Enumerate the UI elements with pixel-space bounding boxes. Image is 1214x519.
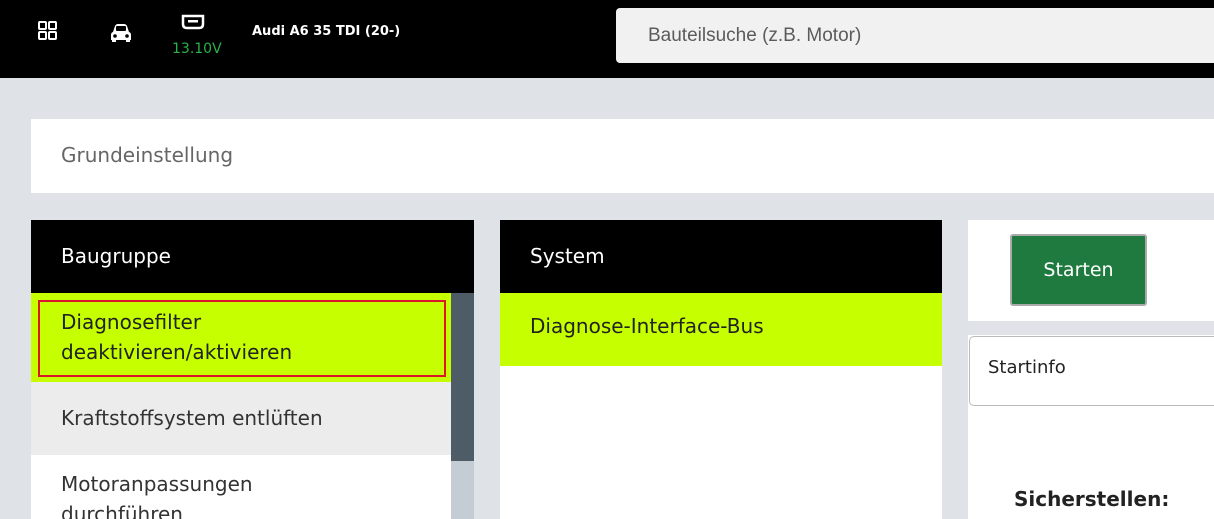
list-item-label: Diagnose-Interface-Bus	[530, 314, 764, 338]
system-header: System	[500, 220, 942, 293]
system-panel: System Diagnose-Interface-Bus	[500, 220, 942, 519]
scrollbar-thumb[interactable]	[451, 293, 474, 461]
car-icon[interactable]	[110, 23, 132, 43]
vehicle-name: Audi A6 35 TDI (20-)	[252, 24, 401, 39]
page-title: Grundeinstellung	[61, 143, 234, 167]
list-item-label: durchführen	[61, 502, 183, 519]
top-bar: 13.10V Audi A6 35 TDI (20-)	[0, 0, 1214, 78]
baugruppe-panel: Baugruppe Diagnosefilter deaktivieren/ak…	[31, 220, 474, 519]
list-item[interactable]: Diagnose-Interface-Bus	[500, 293, 942, 366]
page-title-bar: Grundeinstellung	[31, 119, 1214, 193]
battery-icon	[181, 14, 205, 30]
grid-icon[interactable]	[38, 21, 57, 40]
baugruppe-list: Diagnosefilter deaktivieren/aktivieren K…	[31, 293, 451, 519]
voltage-readout: 13.10V	[172, 41, 222, 57]
divider	[968, 321, 1214, 335]
start-button[interactable]: Starten	[1010, 234, 1147, 306]
baugruppe-header: Baugruppe	[31, 220, 474, 293]
list-item-label: Motoranpassungen	[61, 472, 253, 496]
list-item[interactable]: Motoranpassungen durchführen	[31, 455, 451, 519]
search-input[interactable]	[616, 8, 1214, 63]
list-item[interactable]: Diagnosefilter deaktivieren/aktivieren	[31, 293, 451, 382]
action-panel: Starten Startinfo Sicherstellen:	[968, 220, 1214, 519]
startinfo-tab[interactable]: Startinfo	[969, 336, 1214, 406]
list-item-label: Kraftstoffsystem entlüften	[61, 406, 323, 430]
ensure-heading: Sicherstellen:	[1014, 487, 1170, 511]
list-item[interactable]: Kraftstoffsystem entlüften	[31, 382, 451, 455]
selection-highlight	[38, 300, 446, 377]
